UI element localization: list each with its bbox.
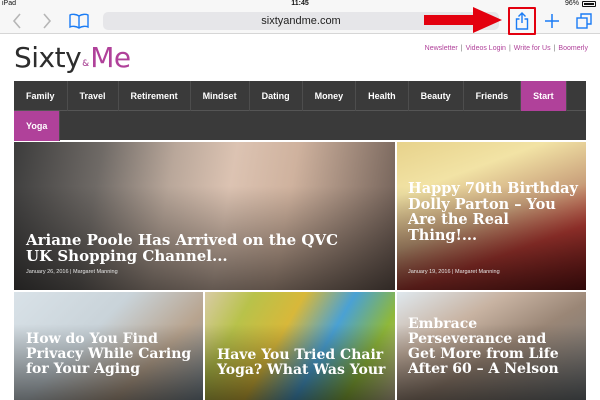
article-title[interactable]: Ariane Poole Has Arrived on the QVC UK S… bbox=[26, 232, 356, 265]
article-title[interactable]: Have You Tried Chair Yoga? What Was Your bbox=[217, 347, 387, 378]
logo-text-me: Me bbox=[90, 41, 131, 74]
browser-toolbar: sixtyandme.com bbox=[0, 7, 600, 35]
book-icon bbox=[69, 13, 89, 29]
share-button[interactable] bbox=[508, 7, 536, 35]
nav-item-money[interactable]: Money bbox=[303, 81, 357, 111]
chevron-right-icon bbox=[43, 13, 52, 29]
site-logo[interactable]: Sixty & Me bbox=[14, 40, 131, 74]
boomerly-link[interactable]: Boomerly bbox=[558, 45, 588, 52]
nav-row-1: Family Travel Retirement Mindset Dating … bbox=[14, 81, 586, 111]
nav-item-dating[interactable]: Dating bbox=[250, 81, 303, 111]
article-card-ariane-poole[interactable]: Ariane Poole Has Arrived on the QVC UK S… bbox=[14, 142, 395, 290]
plus-icon bbox=[545, 14, 559, 28]
nav-item-beauty[interactable]: Beauty bbox=[409, 81, 464, 111]
nav-row-2: Yoga bbox=[14, 111, 61, 141]
link-separator: | bbox=[508, 45, 511, 52]
article-card-dolly-parton[interactable]: Happy 70th Birthday Dolly Parton – You A… bbox=[397, 142, 586, 290]
article-meta: January 26, 2016 | Margaret Manning bbox=[26, 269, 118, 275]
logo-text-ampersand: & bbox=[82, 59, 90, 69]
article-card-chair-yoga[interactable]: Have You Tried Chair Yoga? What Was Your bbox=[205, 292, 395, 400]
tabs-icon bbox=[576, 13, 592, 29]
nav-item-mindset[interactable]: Mindset bbox=[191, 81, 250, 111]
bookmarks-button[interactable] bbox=[68, 8, 90, 34]
article-title[interactable]: Embrace Perseverance and Get More from L… bbox=[408, 316, 578, 377]
new-tab-button[interactable] bbox=[541, 8, 563, 34]
top-links: Newsletter | Videos Login | Write for Us… bbox=[425, 45, 588, 52]
chevron-left-icon bbox=[12, 13, 21, 29]
link-separator: | bbox=[460, 45, 463, 52]
newsletter-link[interactable]: Newsletter bbox=[425, 45, 458, 52]
main-nav: Family Travel Retirement Mindset Dating … bbox=[14, 81, 586, 141]
battery-icon bbox=[582, 1, 596, 7]
back-button[interactable] bbox=[8, 8, 26, 34]
nav-item-retirement[interactable]: Retirement bbox=[119, 81, 191, 111]
article-meta: January 19, 2016 | Margaret Manning bbox=[408, 269, 500, 275]
forward-button[interactable] bbox=[38, 8, 56, 34]
link-separator: | bbox=[553, 45, 556, 52]
nav-item-travel[interactable]: Travel bbox=[68, 81, 119, 111]
videos-login-link[interactable]: Videos Login bbox=[466, 45, 506, 52]
tabs-button[interactable] bbox=[573, 8, 595, 34]
logo-text-sixty: Sixty bbox=[14, 41, 82, 74]
url-text: sixtyandme.com bbox=[261, 15, 341, 27]
nav-item-health[interactable]: Health bbox=[356, 81, 409, 111]
article-title[interactable]: How do You Find Privacy While Caring for… bbox=[26, 331, 196, 377]
nav-item-friends[interactable]: Friends bbox=[464, 81, 522, 111]
article-title[interactable]: Happy 70th Birthday Dolly Parton – You A… bbox=[408, 181, 578, 244]
nav-item-start[interactable]: Start bbox=[521, 81, 567, 111]
red-arrow-annotation bbox=[424, 7, 502, 33]
battery-percent: 96% bbox=[564, 0, 579, 7]
battery-indicator: 96% bbox=[565, 0, 596, 8]
article-card-perseverance[interactable]: Embrace Perseverance and Get More from L… bbox=[397, 292, 586, 400]
write-for-us-link[interactable]: Write for Us bbox=[514, 45, 551, 52]
nav-item-family[interactable]: Family bbox=[14, 81, 68, 111]
nav-item-yoga[interactable]: Yoga bbox=[14, 111, 61, 141]
article-card-privacy-caring[interactable]: How do You Find Privacy While Caring for… bbox=[14, 292, 203, 400]
share-icon bbox=[515, 12, 529, 30]
